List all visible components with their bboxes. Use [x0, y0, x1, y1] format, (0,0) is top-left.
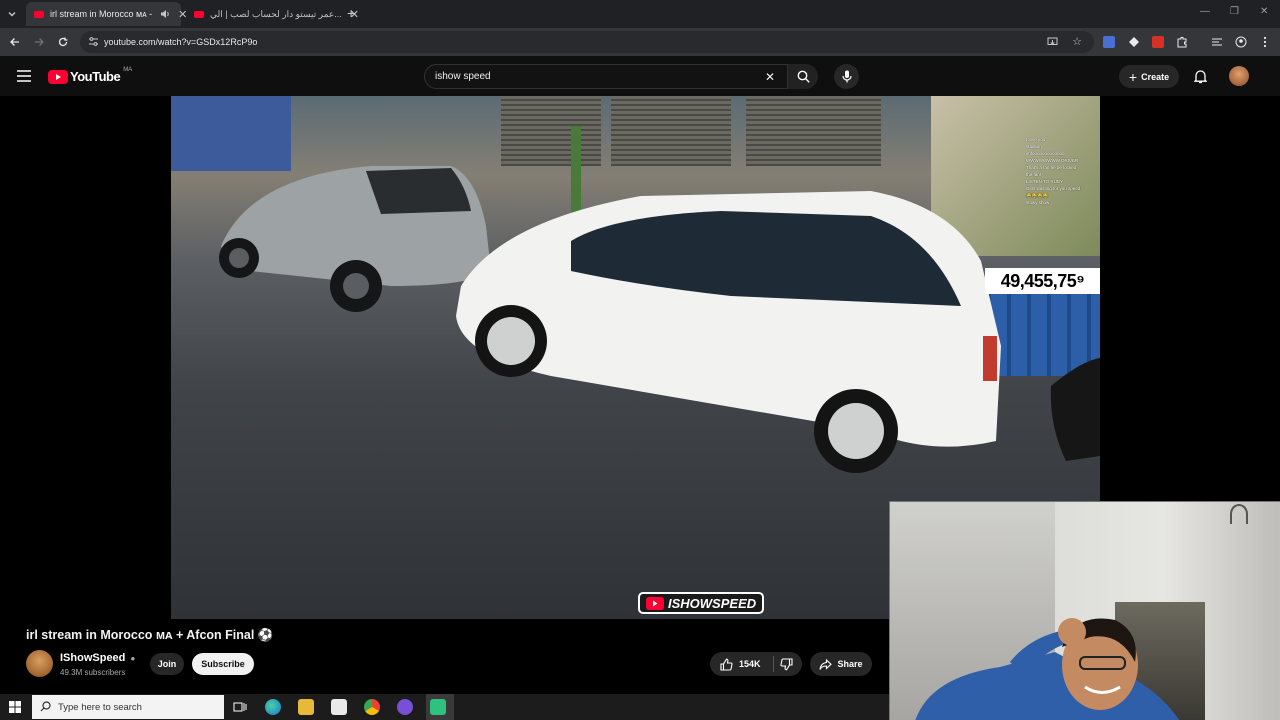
chat-line: imfooooooooooooo	[1026, 151, 1065, 156]
address-bar[interactable]: youtube.com/watch?v=GSDx12RcP9o ☆	[80, 31, 1094, 53]
windows-start-icon[interactable]	[9, 701, 21, 713]
chat-line: stowy show	[1026, 200, 1050, 205]
youtube-logo-text: YouTube	[70, 69, 121, 84]
hamburger-menu-icon[interactable]	[17, 70, 31, 82]
stream-chat-overlay: I love you stadium imfooooooooooooo WWWW…	[1026, 136, 1100, 206]
file-explorer-icon[interactable]	[298, 699, 314, 715]
bookmark-star-icon[interactable]: ☆	[1072, 35, 1082, 48]
window-close-icon[interactable]: ✕	[1260, 6, 1268, 17]
region-code: MA	[123, 66, 133, 73]
chrome-icon[interactable]	[364, 699, 380, 715]
share-button[interactable]: Share	[810, 652, 872, 676]
speaker-icon[interactable]	[160, 9, 170, 19]
youtube-header: YouTube MA ishow speed ✕ + Create	[0, 56, 1280, 96]
extension-diamond-icon[interactable]	[1128, 36, 1140, 48]
taskbar-search-placeholder: Type here to search	[58, 701, 142, 713]
tab-search-chevron-icon[interactable]	[6, 8, 18, 20]
site-info-icon[interactable]	[88, 36, 99, 47]
verified-badge-icon: ●	[130, 654, 136, 663]
thumbs-down-icon[interactable]	[779, 657, 793, 671]
subscribe-button[interactable]: Subscribe	[192, 653, 254, 675]
back-arrow-icon[interactable]	[9, 36, 21, 48]
extensions-puzzle-icon[interactable]	[1176, 36, 1188, 48]
windows-taskbar: Type here to search	[0, 694, 889, 720]
chat-line: I love you	[1026, 137, 1046, 142]
video-title: irl stream in Morocco ᴍᴀ + Afcon Final ⚽	[26, 628, 274, 642]
chat-line: LISTEN TO RUDY	[1026, 179, 1064, 184]
url-text: youtube.com/watch?v=GSDx12RcP9o	[104, 37, 258, 47]
channel-name-row[interactable]: IShowSpeed ●	[60, 652, 135, 664]
forward-arrow-icon[interactable]	[33, 36, 45, 48]
youtube-logo[interactable]: YouTube MA	[48, 66, 133, 84]
extension-red-icon[interactable]	[1152, 36, 1164, 48]
chat-line: 😂😂😂😂	[1026, 193, 1049, 198]
microsoft-store-icon[interactable]	[331, 699, 347, 715]
join-button[interactable]: Join	[150, 653, 184, 675]
webcam-overlay	[889, 501, 1280, 720]
search-input[interactable]: ishow speed ✕	[424, 64, 788, 89]
tab-youtube-stream[interactable]: irl stream in Morocco ᴍᴀ - ✕	[26, 2, 187, 26]
tab-title: عمر تيستو دار لحساب لصب | الي...	[210, 8, 342, 19]
restore-icon[interactable]: ❐	[1230, 6, 1239, 17]
share-arrow-icon	[819, 658, 833, 670]
chat-line: That's a fan he be locked	[1026, 165, 1077, 170]
plus-icon: +	[1128, 68, 1138, 85]
chat-line: the fan!	[1026, 172, 1042, 177]
like-dislike-group: 154K	[710, 652, 802, 676]
youtube-favicon-icon	[194, 10, 204, 18]
subscriber-count: 49.3M subscribers	[60, 668, 126, 677]
browser-tab-strip: irl stream in Morocco ᴍᴀ - ✕ عمر تيستو د…	[0, 0, 1280, 28]
profile-icon[interactable]	[1235, 36, 1247, 48]
youtube-play-logo-icon	[646, 596, 664, 610]
taskbar-search-input[interactable]: Type here to search	[32, 695, 224, 719]
taskbar-search-icon	[40, 701, 51, 712]
browser-toolbar: youtube.com/watch?v=GSDx12RcP9o ☆	[0, 28, 1280, 56]
install-app-icon[interactable]	[1047, 36, 1058, 47]
chat-line: stadium	[1026, 144, 1042, 149]
edge-browser-icon[interactable]	[265, 699, 281, 715]
chat-line: Girls wasting for you speed	[1026, 186, 1081, 191]
reload-icon[interactable]	[57, 36, 69, 48]
clear-search-icon[interactable]: ✕	[765, 70, 775, 84]
translate-extension-icon[interactable]	[1103, 36, 1115, 48]
channel-name[interactable]: IShowSpeed	[60, 652, 125, 664]
search-input-value: ishow speed	[435, 71, 491, 82]
share-label: Share	[837, 659, 863, 669]
search-button[interactable]	[788, 64, 818, 89]
create-label: Create	[1141, 71, 1170, 82]
search-icon	[797, 70, 810, 83]
account-avatar[interactable]	[1229, 66, 1249, 86]
like-divider	[772, 656, 774, 672]
microphone-icon	[841, 70, 852, 83]
tab-arabic-video[interactable]: عمر تيستو دار لحساب لصب | الي... ✕	[186, 2, 359, 26]
task-view-icon[interactable]	[232, 699, 248, 715]
notifications-bell-icon[interactable]	[1194, 69, 1207, 84]
reading-list-icon[interactable]	[1211, 36, 1223, 48]
chat-line: WWWWWWWW DRIVER	[1026, 158, 1079, 163]
ishowspeed-watermark: ISHOWSPEED	[638, 592, 765, 614]
youtube-favicon-icon	[34, 10, 44, 18]
person-figure	[915, 618, 1180, 720]
channel-avatar[interactable]	[26, 650, 53, 677]
viewer-counter-overlay: 49,455,75⁹	[985, 268, 1100, 294]
watermark-text: ISHOWSPEED	[668, 595, 757, 611]
active-app-icon[interactable]	[430, 699, 446, 715]
youtube-play-logo-icon	[48, 69, 68, 84]
like-count[interactable]: 154K	[739, 659, 761, 669]
minimize-icon[interactable]: —	[1200, 6, 1210, 17]
new-tab-button[interactable]: +	[347, 5, 355, 21]
browser-menu-icon[interactable]	[1259, 36, 1271, 48]
thumbs-up-icon[interactable]	[720, 658, 733, 671]
voice-search-button[interactable]	[834, 64, 859, 89]
tab-title: irl stream in Morocco ᴍᴀ -	[50, 9, 153, 19]
create-button[interactable]: + Create	[1119, 65, 1179, 88]
discord-like-app-icon[interactable]	[397, 699, 413, 715]
